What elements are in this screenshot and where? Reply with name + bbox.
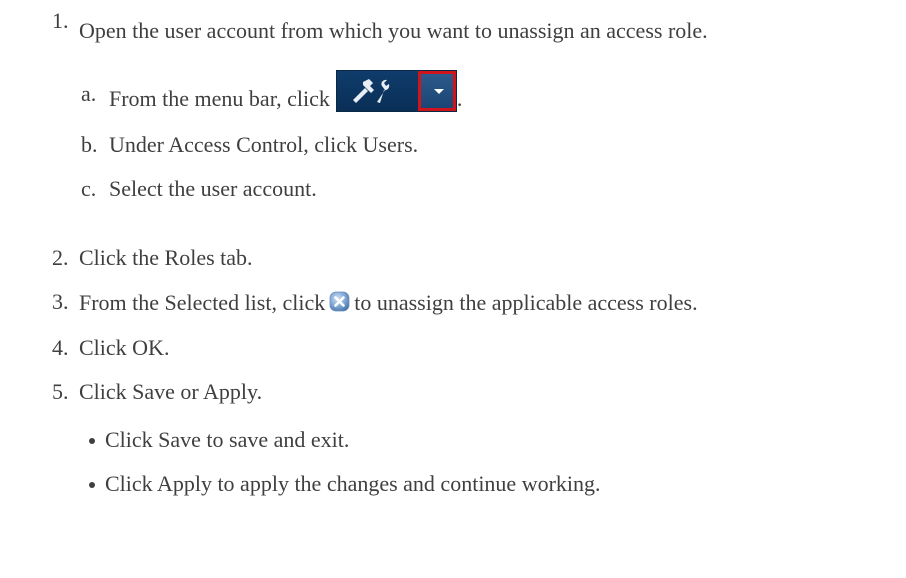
bullet-dot: [89, 438, 95, 444]
dropdown-arrow-button: [417, 71, 456, 111]
step-number: 5.: [52, 379, 69, 404]
step-text: From the Selected list, click to unassig…: [79, 291, 698, 314]
substep-text: Under Access Control, click Users.: [109, 132, 419, 157]
substep-marker: c.: [81, 176, 97, 201]
bullet-dot: [89, 482, 95, 488]
substep-marker: b.: [81, 132, 98, 157]
wrench-hammer-icon: [352, 79, 390, 103]
substep-text: Select the user account.: [109, 176, 317, 201]
substep-1c: c. Select the user account.: [81, 178, 681, 208]
step-text: Open the user account from which you wan…: [79, 18, 708, 43]
step-2: 2. Click the Roles tab.: [52, 247, 752, 277]
step-text-after: to unassign the applicable access roles.: [354, 290, 698, 315]
step-1: 1. Open the user account from which you …: [52, 8, 902, 43]
step-number: 1.: [52, 8, 69, 33]
step-number: 4.: [52, 335, 69, 360]
step-5: 5. Click Save or Apply.: [52, 381, 652, 411]
substep-1b: b. Under Access Control, click Users.: [81, 134, 681, 164]
substep-text-after: .: [456, 86, 463, 111]
step-3: 3. From the Selected list, click to unas…: [52, 291, 902, 321]
tools-dropdown-icon: [335, 70, 457, 112]
bullet-item: Click Save to save and exit.: [89, 429, 789, 459]
step-4: 4. Click OK.: [52, 337, 652, 367]
substep-marker: a.: [81, 81, 97, 106]
bullet-text: Click Save to save and exit.: [105, 427, 350, 452]
step-text: Click Save or Apply.: [79, 379, 263, 404]
step-text-before: From the Selected list, click: [79, 290, 326, 315]
step-number: 2.: [52, 245, 69, 270]
substep-1a: a. From the menu bar, click .: [81, 70, 681, 114]
remove-x-icon: [329, 291, 350, 312]
bullet-item: Click Apply to apply the changes and con…: [89, 473, 889, 503]
step-number: 3.: [52, 289, 69, 314]
substep-text: From the menu bar, click .: [109, 70, 462, 113]
substep-text-before: From the menu bar, click: [109, 86, 330, 111]
step-text: Click OK.: [79, 335, 170, 360]
step-text: Click the Roles tab.: [79, 245, 253, 270]
bullet-text: Click Apply to apply the changes and con…: [105, 471, 601, 496]
